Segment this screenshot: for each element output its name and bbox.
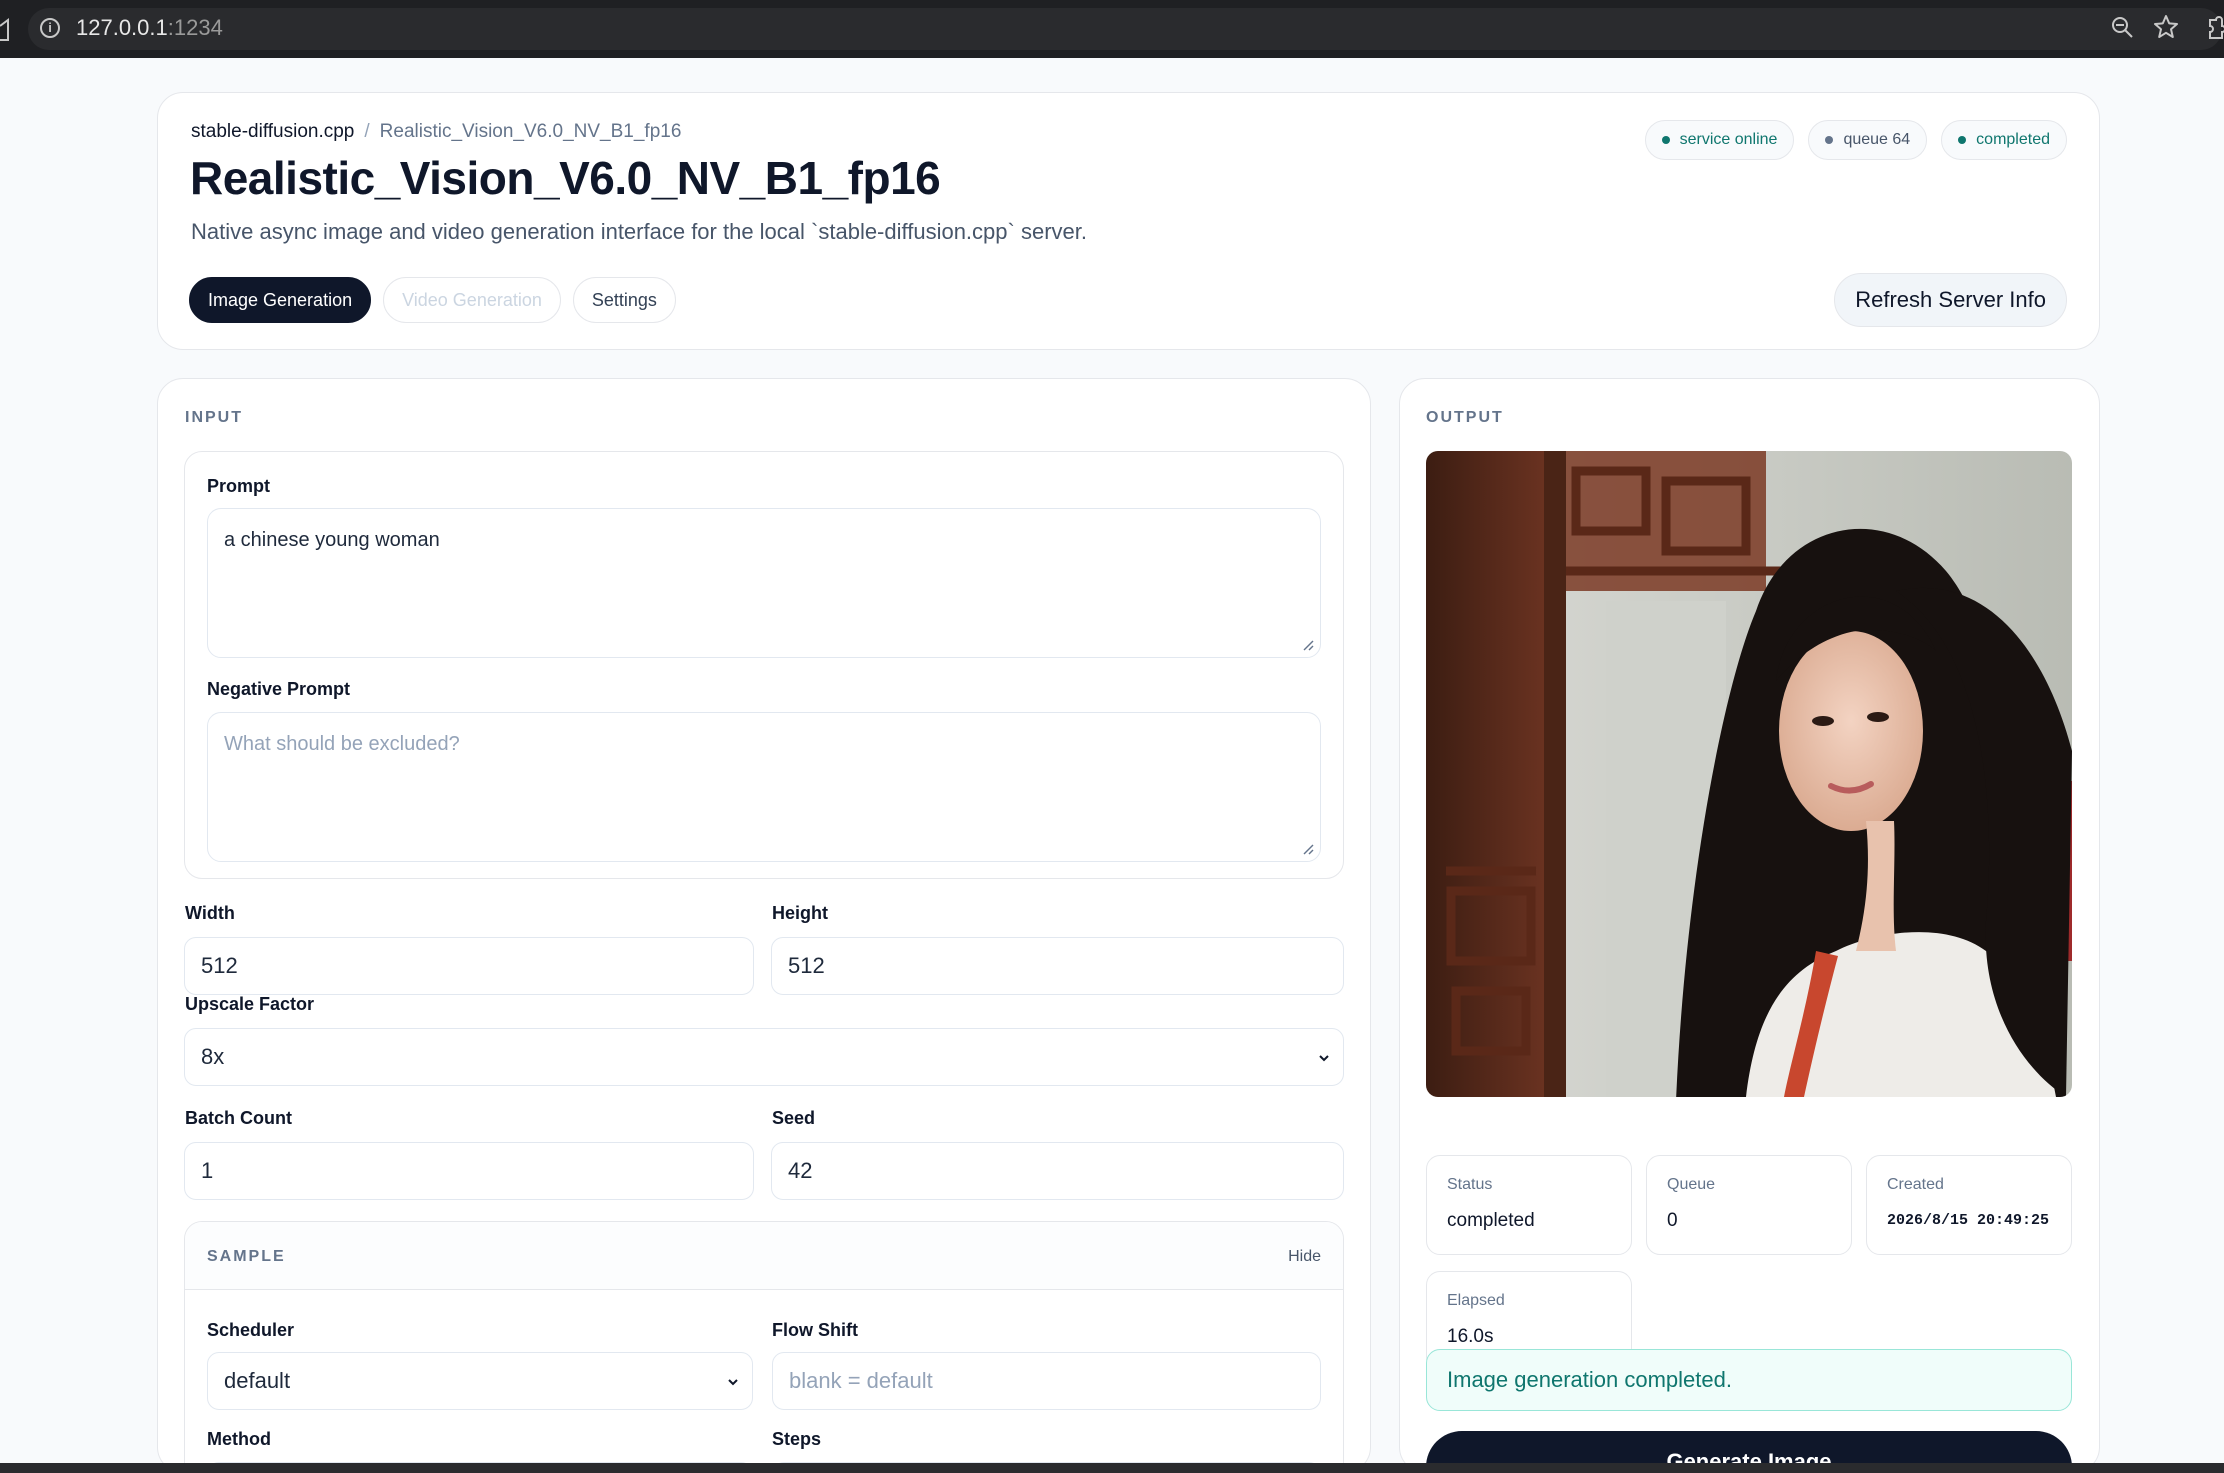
home-icon[interactable] <box>0 16 10 42</box>
bookmark-star-icon[interactable] <box>2152 13 2180 41</box>
mode-tabs: Image Generation Video Generation Settin… <box>189 277 676 323</box>
extensions-icon[interactable] <box>2204 14 2224 40</box>
output-section-label: OUTPUT <box>1426 409 1504 426</box>
height-input[interactable]: 512 <box>771 937 1344 995</box>
breadcrumb-separator: / <box>364 121 370 142</box>
upscale-factor-label: Upscale Factor <box>185 994 315 1014</box>
status-dot-icon <box>1958 136 1967 144</box>
status-dot-icon <box>1825 136 1834 144</box>
status-value: completed <box>1447 1210 1535 1231</box>
queue-badge: queue 64 <box>1808 120 1928 160</box>
url-text[interactable]: 127.0.0.1:1234 <box>76 15 223 41</box>
badge-label: completed <box>1976 131 2050 148</box>
queue-card: Queue 0 <box>1646 1155 1852 1255</box>
upscale-factor-select[interactable]: 8x <box>184 1028 1344 1086</box>
queue-label: Queue <box>1667 1176 1716 1193</box>
job-status-badge: completed <box>1941 120 2067 160</box>
scheduler-label: Scheduler <box>207 1320 295 1340</box>
breadcrumb: stable-diffusion.cpp / Realistic_Vision_V6… <box>191 121 681 143</box>
address-bar[interactable] <box>28 8 2222 50</box>
flow-shift-input[interactable]: blank = default <box>772 1352 1321 1410</box>
prompt-textarea[interactable]: a chinese young woman <box>207 508 1321 658</box>
prompt-group: Prompt a chinese young woman Negative Pr… <box>184 451 1344 879</box>
url-port: :1234 <box>167 15 223 40</box>
status-badges: service online queue 64 completed <box>1644 120 2067 160</box>
tab-settings[interactable]: Settings <box>572 277 676 323</box>
breadcrumb-root[interactable]: stable-diffusion.cpp <box>191 121 354 142</box>
zoom-icon[interactable] <box>2110 15 2134 39</box>
service-status-badge: service online <box>1644 120 1795 160</box>
width-label: Width <box>185 903 235 923</box>
batch-count-label: Batch Count <box>185 1108 292 1128</box>
tab-image-generation[interactable]: Image Generation <box>189 277 372 323</box>
sample-section-header: SAMPLE Hide <box>185 1222 1343 1290</box>
tab-video-generation[interactable]: Video Generation <box>383 277 561 323</box>
status-card: Status completed <box>1426 1155 1632 1255</box>
negative-prompt-label: Negative Prompt <box>207 679 351 699</box>
resize-handle-icon[interactable] <box>1302 639 1314 651</box>
prompt-label: Prompt <box>207 476 270 496</box>
status-label: Status <box>1447 1176 1493 1193</box>
batch-count-input[interactable]: 1 <box>184 1142 754 1200</box>
header-card: stable-diffusion.cpp / Realistic_Vision_V6… <box>157 92 2100 350</box>
chevron-down-icon <box>728 1379 738 1386</box>
scheduler-value: default <box>224 1368 291 1393</box>
upscale-factor-value: 8x <box>201 1044 225 1069</box>
scheduler-select[interactable]: default <box>207 1352 753 1410</box>
flow-shift-label: Flow Shift <box>772 1320 858 1340</box>
resize-handle-icon[interactable] <box>1302 843 1314 855</box>
sample-section-label: SAMPLE <box>207 1248 286 1265</box>
steps-label: Steps <box>772 1429 822 1449</box>
badge-label: queue 64 <box>1843 131 1911 148</box>
portrait-illustration <box>1426 451 2072 1097</box>
hide-sample-toggle[interactable]: Hide <box>1288 1248 1321 1266</box>
badge-label: service online <box>1679 131 1778 148</box>
seed-label: Seed <box>772 1108 816 1128</box>
refresh-server-info-button[interactable]: Refresh Server Info <box>1834 273 2067 327</box>
page-title: Realistic_Vision_V6.0_NV_B1_fp16 <box>190 152 941 204</box>
prompt-text: a chinese young woman <box>224 529 440 551</box>
created-label: Created <box>1887 1176 1944 1193</box>
height-label: Height <box>772 903 828 923</box>
created-card: Created 2026/8/15 20:49:25 <box>1866 1155 2072 1255</box>
breadcrumb-current: Realistic_Vision_V6.0_NV_B1_fp16 <box>379 121 682 142</box>
method-label: Method <box>207 1429 271 1449</box>
negative-prompt-textarea[interactable]: What should be excluded? <box>207 712 1321 862</box>
generated-image[interactable] <box>1426 451 2072 1097</box>
created-value: 2026/8/15 20:49:25 <box>1887 1212 2050 1229</box>
sample-section: SAMPLE Hide Scheduler default Flow Shift… <box>184 1221 1344 1473</box>
status-dot-icon <box>1661 136 1670 144</box>
browser-toolbar: i 127.0.0.1:1234 <box>0 0 2224 58</box>
page-subtitle: Native async image and video generation … <box>191 219 1087 244</box>
queue-value: 0 <box>1667 1210 1678 1231</box>
width-input[interactable]: 512 <box>184 937 754 995</box>
input-section-label: INPUT <box>185 409 243 426</box>
window-bottom-edge <box>0 1463 2224 1473</box>
input-panel: INPUT Prompt a chinese young woman Negat… <box>157 378 1371 1473</box>
elapsed-value: 16.0s <box>1447 1326 1494 1347</box>
site-info-icon[interactable]: i <box>40 18 60 38</box>
url-host: 127.0.0.1 <box>76 15 168 40</box>
output-panel: OUTPUT Status completed Queue 0 Created … <box>1399 378 2100 1473</box>
negative-prompt-placeholder: What should be excluded? <box>224 733 460 755</box>
success-message: Image generation completed. <box>1426 1349 2072 1411</box>
elapsed-label: Elapsed <box>1447 1292 1505 1309</box>
chevron-down-icon <box>1319 1055 1329 1062</box>
seed-input[interactable]: 42 <box>771 1142 1344 1200</box>
